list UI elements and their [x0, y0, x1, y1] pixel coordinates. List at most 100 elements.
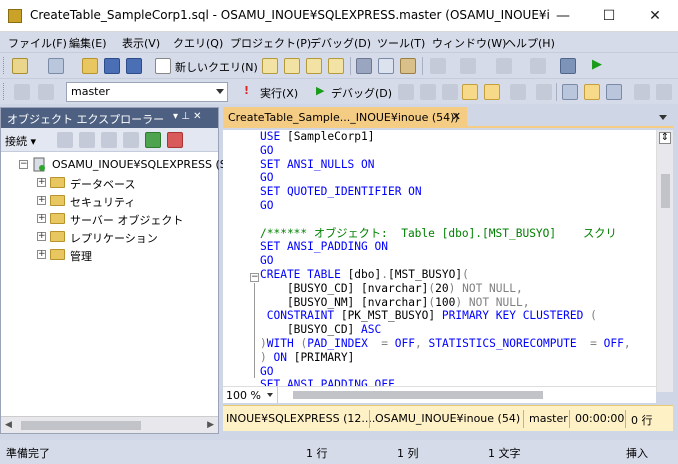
disconnect-icon[interactable] [79, 132, 95, 148]
undo-icon[interactable] [430, 58, 446, 74]
new-project-icon[interactable] [12, 58, 28, 74]
scroll-thumb[interactable] [293, 391, 543, 399]
results-file-icon[interactable] [606, 84, 622, 100]
debug-button[interactable]: デバッグ(D) [331, 85, 392, 101]
scroll-right-icon[interactable]: ▶ [207, 420, 214, 430]
code-line[interactable]: CREATE TABLE [dbo].[MST_BUSYO]( [260, 268, 631, 282]
paste-icon[interactable] [400, 58, 416, 74]
dmx-query-icon[interactable] [306, 58, 322, 74]
expand-icon[interactable]: + [37, 232, 46, 241]
comment-icon[interactable] [634, 84, 650, 100]
connect-dropdown[interactable]: 接続 ▾ [5, 133, 36, 149]
execute-button[interactable]: 実行(X) [260, 85, 298, 101]
tree-item-replication[interactable]: + レプリケーション [37, 228, 217, 246]
mdx-query-icon[interactable] [284, 58, 300, 74]
scroll-left-icon[interactable]: ◀ [5, 420, 12, 430]
menu-debug[interactable]: デバッグ(D) [310, 35, 371, 51]
menu-view[interactable]: 表示(V) [122, 35, 160, 51]
tab-query-document[interactable]: CreateTable_Sample..._INOUE¥inoue (54)) … [223, 107, 467, 128]
code-area[interactable]: − USE [SampleCorp1] GO SET ANSI_NULLS ON GO… [223, 130, 673, 386]
connect-icon[interactable] [14, 84, 30, 100]
close-button[interactable]: ✕ [632, 0, 678, 32]
start-icon[interactable]: ▶ [592, 57, 602, 72]
scroll-thumb[interactable] [661, 174, 670, 208]
code-line[interactable]: [BUSYO_CD] ASC [260, 323, 631, 337]
navigate-forward-icon[interactable] [530, 58, 546, 74]
code-line[interactable]: GO [260, 171, 631, 185]
code-line[interactable]: SET ANSI_PADDING OFF [260, 378, 631, 386]
tab-list-dropdown-icon[interactable] [659, 115, 667, 120]
fold-collapse-icon[interactable]: − [250, 273, 259, 282]
split-icon[interactable]: ⇕ [659, 132, 671, 144]
refresh-icon[interactable] [145, 132, 161, 148]
change-connection-icon[interactable] [38, 84, 54, 100]
code-line[interactable]: GO [260, 144, 631, 158]
activity-monitor-icon[interactable] [560, 58, 576, 74]
expand-icon[interactable]: + [37, 214, 46, 223]
code-line[interactable]: [BUSYO_NM] [nvarchar](100) NOT NULL, [260, 296, 631, 310]
xmla-query-icon[interactable] [328, 58, 344, 74]
filter-icon[interactable] [123, 132, 139, 148]
minimize-button[interactable]: — [540, 0, 586, 32]
open-file-icon[interactable] [82, 58, 98, 74]
stop-icon[interactable] [101, 132, 117, 148]
activity-icon[interactable] [167, 132, 183, 148]
tree-item-server-objects[interactable]: + サーバー オブジェクト [37, 210, 217, 228]
code-line[interactable]: CONSTRAINT [PK_MST_BUSYO] PRIMARY KEY CL… [260, 309, 631, 323]
code-line[interactable]: GO [260, 199, 631, 213]
code-line[interactable]: /****** オブジェクト: Table [dbo].[MST_BUSYO] … [260, 227, 631, 241]
results-text-icon[interactable] [562, 84, 578, 100]
save-all-icon[interactable] [126, 58, 142, 74]
code-line[interactable]: USE [SampleCorp1] [260, 130, 631, 144]
code-line[interactable]: [BUSYO_CD] [nvarchar](20) NOT NULL, [260, 282, 631, 296]
database-select[interactable]: master [66, 82, 228, 102]
db-engine-query-icon[interactable] [262, 58, 278, 74]
cancel-query-icon[interactable] [398, 84, 414, 100]
cut-icon[interactable] [356, 58, 372, 74]
new-query-icon[interactable] [155, 58, 171, 74]
save-icon[interactable] [104, 58, 120, 74]
menu-edit[interactable]: 編集(E) [69, 35, 107, 51]
copy-icon[interactable] [378, 58, 394, 74]
panel-pin-controls[interactable]: ▾ ⊥ ✕ [173, 111, 201, 122]
menu-help[interactable]: ヘルプ(H) [505, 35, 555, 51]
code-line[interactable]: GO [260, 254, 631, 268]
expand-icon[interactable]: + [37, 196, 46, 205]
menu-query[interactable]: クエリ(Q) [173, 35, 223, 51]
display-plan-icon[interactable] [442, 84, 458, 100]
parse-icon[interactable] [420, 84, 436, 100]
code-line[interactable]: SET ANSI_PADDING ON [260, 240, 631, 254]
code-line[interactable]: )WITH (PAD_INDEX = OFF, STATISTICS_NOREC… [260, 337, 631, 351]
code-line[interactable]: SET ANSI_NULLS ON [260, 158, 631, 172]
query-designer-icon[interactable] [462, 84, 478, 100]
maximize-button[interactable]: ☐ [586, 0, 632, 32]
expand-icon[interactable]: + [37, 250, 46, 259]
new-query-button[interactable]: 新しいクエリ(N) [175, 59, 258, 75]
menu-tools[interactable]: ツール(T) [377, 35, 425, 51]
redo-icon[interactable] [460, 58, 476, 74]
scroll-thumb[interactable] [21, 421, 141, 430]
editor-horizontal-scrollbar[interactable] [283, 391, 643, 399]
code-line[interactable] [260, 213, 631, 227]
sql-code[interactable]: USE [SampleCorp1] GO SET ANSI_NULLS ON GO SE… [260, 130, 631, 386]
menu-project[interactable]: プロジェクト(P) [230, 35, 311, 51]
server-node[interactable]: − OSAMU_INOUE¥SQLEXPRESS (S [19, 156, 227, 174]
indent-icon[interactable] [656, 84, 672, 100]
results-grid-icon[interactable] [584, 84, 600, 100]
close-tab-icon[interactable]: ✕ [452, 110, 461, 123]
expand-icon[interactable]: + [37, 178, 46, 187]
include-plan-icon[interactable] [536, 84, 552, 100]
zoom-select[interactable]: 100 % [223, 387, 278, 403]
tree-item-management[interactable]: + 管理 [37, 246, 217, 264]
code-line[interactable]: SET QUOTED_IDENTIFIER ON [260, 185, 631, 199]
explorer-horizontal-scrollbar[interactable]: ◀ ▶ [1, 416, 218, 433]
tree-item-databases[interactable]: + データベース [37, 174, 217, 192]
editor-vertical-scrollbar[interactable]: ⇕ [656, 130, 673, 392]
menu-file[interactable]: ファイル(F) [8, 35, 67, 51]
query-options-icon[interactable] [484, 84, 500, 100]
code-line[interactable]: GO [260, 365, 631, 379]
collapse-icon[interactable]: − [19, 160, 28, 169]
tree-item-security[interactable]: + セキュリティ [37, 192, 217, 210]
add-item-icon[interactable] [48, 58, 64, 74]
connect-object-icon[interactable] [57, 132, 73, 148]
